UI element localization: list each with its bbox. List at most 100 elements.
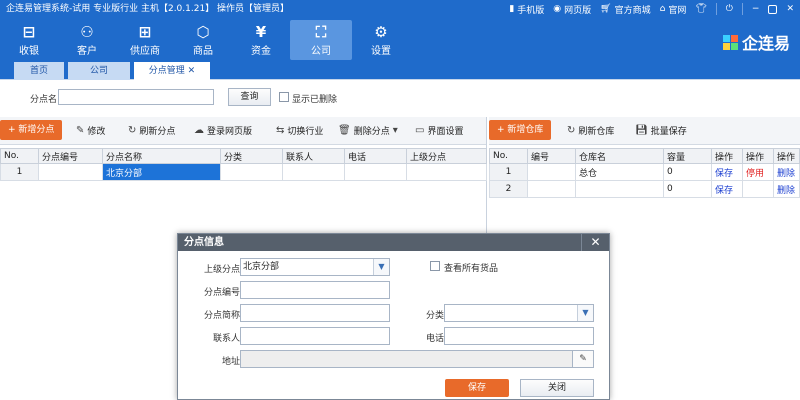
col-branch-code[interactable]: 分点编号 xyxy=(38,148,103,164)
official-site-link[interactable]: ⌂ 官网 xyxy=(660,3,687,16)
contact-input[interactable] xyxy=(240,327,390,345)
skin-button[interactable]: 👕︎ xyxy=(695,4,706,14)
trash-icon: 🗑︎ xyxy=(338,125,351,136)
table-row[interactable]: 1 北京分部 xyxy=(0,163,487,181)
close-button[interactable]: 关闭 xyxy=(520,379,594,397)
batch-save-button[interactable]: 💾︎ 批量保存 xyxy=(635,124,687,137)
table-row[interactable]: 1 总仓 0 保存 停用 删除 xyxy=(489,163,800,181)
category-select[interactable]: ▼ xyxy=(444,304,594,322)
power-button[interactable]: ⏻ xyxy=(726,4,733,14)
company-icon: ⛶ xyxy=(315,23,327,41)
query-button[interactable]: 查询 xyxy=(228,88,271,106)
main-nav: ⊟ 收银 ⚇ 客户 ⊞ 供应商 ⬡ 商品 ¥ 资金 ⛶ 公司 ⚙ 设置 xyxy=(0,20,410,60)
col-no[interactable]: No. xyxy=(489,148,528,164)
mobile-link[interactable]: ▮ 手机版 xyxy=(509,3,544,16)
logo: 企连易 xyxy=(722,30,790,54)
home-icon: ⌂ xyxy=(659,4,666,14)
cell-warehouse-name[interactable] xyxy=(575,180,664,198)
cell-branch-code[interactable] xyxy=(38,163,103,181)
branch-name-input[interactable] xyxy=(58,89,214,105)
minimize-icon: − xyxy=(751,4,760,14)
nav-customer[interactable]: ⚇ 客户 xyxy=(58,20,116,60)
col-phone[interactable]: 电话 xyxy=(344,148,407,164)
web-icon: ◉ xyxy=(553,4,562,14)
cell-warehouse-name[interactable]: 总仓 xyxy=(575,163,664,181)
nav-cashier[interactable]: ⊟ 收银 xyxy=(0,20,58,60)
nav-money[interactable]: ¥ 资金 xyxy=(232,20,290,60)
nav-company[interactable]: ⛶ 公司 xyxy=(290,20,352,60)
add-branch-button[interactable]: + 新增分点 xyxy=(0,120,63,140)
switch-industry-button[interactable]: ⇆ 切换行业 xyxy=(276,124,323,137)
store-link[interactable]: 🛒︎ 官方商城 xyxy=(600,3,650,16)
dialog-header: 分点信息 ✕ xyxy=(178,234,609,251)
col-category[interactable]: 分类 xyxy=(220,148,283,164)
divider xyxy=(741,3,743,15)
phone-input[interactable] xyxy=(444,327,594,345)
branch-info-dialog: 分点信息 ✕ 上级分点 北京分部 ▼ 查看所有货品 分点编号 分点简称 分类 ▼ … xyxy=(177,233,610,400)
cell-branch-name[interactable]: 北京分部 xyxy=(102,163,221,181)
switch-icon: ⇆ xyxy=(276,125,285,136)
delete-link[interactable]: 删除 xyxy=(773,180,800,198)
edit-button[interactable]: ✎ 修改 xyxy=(76,124,105,137)
ui-settings-button[interactable]: ▭ 界面设置 xyxy=(415,124,463,137)
parent-branch-label: 上级分点 xyxy=(203,265,240,275)
settings-icon: ⚙ xyxy=(374,23,388,41)
window-title: 企连易管理系统-试用 专业版行业 主机【2.0.1.21】 操作员【管理员】 xyxy=(6,4,290,14)
dialog-close-button[interactable]: ✕ xyxy=(581,234,609,251)
nav-settings[interactable]: ⚙ 设置 xyxy=(352,20,410,60)
col-action-2[interactable]: 操作 xyxy=(742,148,774,164)
web-login-button[interactable]: ☁ 登录网页版 xyxy=(194,124,252,137)
branch-short-name-input[interactable] xyxy=(240,304,390,322)
cell-phone[interactable] xyxy=(344,163,407,181)
maximize-button[interactable] xyxy=(768,4,778,14)
table-row[interactable]: 2 0 保存 删除 xyxy=(489,180,800,198)
tab-home[interactable]: 首页 xyxy=(14,62,64,80)
contact-label: 联系人 xyxy=(212,334,240,344)
nav-goods[interactable]: ⬡ 商品 xyxy=(174,20,232,60)
cell-category[interactable] xyxy=(220,163,283,181)
disable-link[interactable] xyxy=(742,180,774,198)
cell-code[interactable] xyxy=(527,180,576,198)
shirt-icon: 👕︎ xyxy=(695,4,707,14)
address-input[interactable] xyxy=(240,350,594,368)
refresh-icon: ↻ xyxy=(567,125,576,136)
col-action-1[interactable]: 操作 xyxy=(711,148,743,164)
delete-branch-button[interactable]: 🗑︎ 删除分点 ▾ xyxy=(338,124,398,137)
col-contact[interactable]: 联系人 xyxy=(282,148,345,164)
disable-link[interactable]: 停用 xyxy=(742,163,774,181)
chevron-down-icon[interactable]: ▼ xyxy=(577,305,593,321)
tab-company[interactable]: 公司 xyxy=(68,62,130,80)
view-all-goods-checkbox[interactable] xyxy=(430,261,440,271)
show-deleted-checkbox[interactable] xyxy=(279,92,289,102)
chevron-down-icon[interactable]: ▼ xyxy=(373,259,389,275)
save-link[interactable]: 保存 xyxy=(711,180,743,198)
cell-contact[interactable] xyxy=(282,163,345,181)
refresh-warehouse-button[interactable]: ↻ 刷新仓库 xyxy=(567,124,614,137)
add-warehouse-button[interactable]: + 新增仓库 xyxy=(489,120,552,140)
col-no[interactable]: No. xyxy=(0,148,39,164)
tab-branch-management[interactable]: 分点管理 ✕ xyxy=(134,62,210,80)
col-action-3[interactable]: 操作 xyxy=(773,148,800,164)
tab-close-icon[interactable]: ✕ xyxy=(188,66,196,76)
cell-code[interactable] xyxy=(527,163,576,181)
save-button[interactable]: 保存 xyxy=(445,379,509,397)
col-code[interactable]: 编号 xyxy=(527,148,576,164)
close-window-button[interactable]: ✕ xyxy=(786,4,794,14)
minimize-button[interactable]: − xyxy=(752,4,760,14)
save-link[interactable]: 保存 xyxy=(711,163,743,181)
nav-supplier[interactable]: ⊞ 供应商 xyxy=(116,20,174,60)
col-warehouse-name[interactable]: 仓库名 xyxy=(575,148,664,164)
edit-address-button[interactable]: ✎ xyxy=(572,350,594,368)
cell-capacity[interactable]: 0 xyxy=(663,163,712,181)
monitor-icon: ▭ xyxy=(415,125,425,136)
branch-code-input[interactable] xyxy=(240,281,390,299)
col-capacity[interactable]: 容量 xyxy=(663,148,712,164)
col-branch-name[interactable]: 分点名称 xyxy=(102,148,221,164)
col-parent-branch[interactable]: 上级分点 xyxy=(406,148,487,164)
delete-link[interactable]: 删除 xyxy=(773,163,800,181)
cell-parent-branch[interactable] xyxy=(406,163,487,181)
web-link[interactable]: ◉ 网页版 xyxy=(553,3,591,16)
refresh-branch-button[interactable]: ↻ 刷新分点 xyxy=(128,124,175,137)
parent-branch-select[interactable]: 北京分部 ▼ xyxy=(240,258,390,276)
cell-capacity[interactable]: 0 xyxy=(663,180,712,198)
